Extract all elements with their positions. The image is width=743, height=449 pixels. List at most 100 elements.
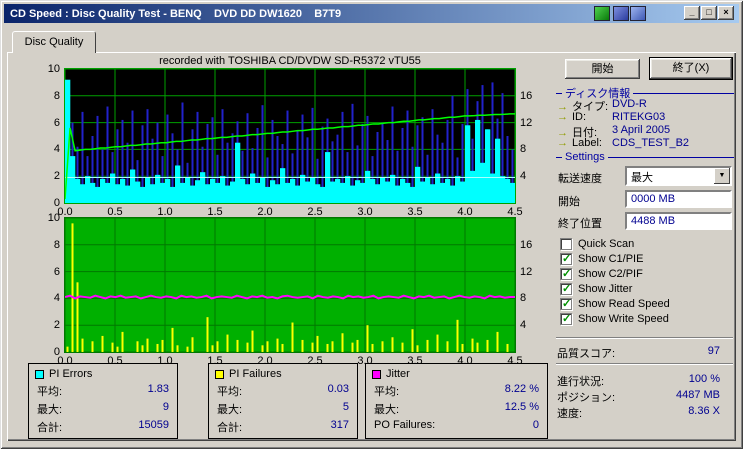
jitter-swatch [372, 369, 381, 379]
checkbox-label: Show Read Speed [578, 298, 670, 310]
exit-button[interactable]: 終了(X) [649, 57, 733, 80]
maximize-button[interactable]: □ [701, 6, 717, 20]
tick-label: 2 [53, 319, 60, 332]
recorded-with-note: recorded with TOSHIBA CD/DVDW SD-R5372 v… [159, 55, 421, 67]
legend-jitter: Jitter 平均: 8.22 % 最大: 12.5 % PO Failures: 0 [365, 363, 548, 439]
pif-chart-y-left: 10 8 6 4 2 0 [34, 212, 60, 358]
checkbox-show-read-speed[interactable]: Show Read Speed [560, 297, 734, 312]
speed-select[interactable]: 最大 ▼ [625, 166, 732, 186]
checkbox-box[interactable] [560, 282, 572, 295]
checkbox-box[interactable] [560, 267, 572, 280]
legend-label: 平均: [217, 386, 243, 398]
disc-mini-icon-2[interactable] [630, 6, 646, 21]
quality-score-label: 品質スコア: [557, 348, 616, 360]
legend-title: PI Errors [49, 368, 93, 380]
maximize-icon: □ [706, 7, 712, 17]
tick-label: 12 [520, 265, 533, 278]
speed-label: 転送速度 [558, 173, 602, 185]
checkbox-show-c2-pif[interactable]: Show C2/PIF [560, 267, 734, 282]
app-window: CD Speed : Disc Quality Test - BENQ DVD … [0, 0, 743, 449]
legend-label: 合計: [37, 422, 63, 434]
start-pos-label: 開始 [558, 196, 580, 208]
legend-value: 9 [162, 401, 169, 413]
tab-disc-quality[interactable]: Disc Quality [12, 31, 96, 53]
pie-chart [65, 69, 515, 203]
arrow-icon: → [557, 137, 568, 149]
end-pos-field[interactable]: 4488 MB [625, 212, 732, 230]
checkbox-quick-scan[interactable]: Quick Scan [560, 238, 734, 252]
chevron-down-icon[interactable]: ▼ [714, 168, 730, 184]
disc-label-row: → Label: CDS_TEST_B2 [557, 137, 734, 149]
chart-mini-icon[interactable] [594, 6, 610, 21]
position-value: 4487 MB [675, 389, 720, 401]
start-pos-field[interactable]: 0000 MB [625, 190, 732, 208]
checkbox-show-c1-pie[interactable]: Show C1/PIE [560, 252, 734, 267]
position-label: ポジション: [557, 392, 616, 404]
disc-id-row: → ID: RITEKG03 [557, 111, 734, 123]
checkbox-label: Show C2/PIF [578, 268, 643, 280]
legend-value: 15059 [138, 419, 169, 431]
legend-label: PO Failures: [374, 419, 436, 431]
legend-label: 最大: [37, 404, 63, 416]
legend-title: PI Failures [229, 368, 282, 380]
tick-label: 8 [520, 292, 527, 305]
tick-label: 4 [53, 143, 60, 156]
disc-id-value: RITEKG03 [612, 111, 666, 123]
checkbox-label: Show Write Speed [578, 313, 669, 325]
legend-value: 317 [330, 419, 349, 431]
checkbox-label: Show C1/PIE [578, 253, 644, 265]
speed-status-label: 速度: [557, 408, 583, 420]
legend-pi-errors: PI Errors 平均: 1.83 最大: 9 合計: 15059 [28, 363, 178, 439]
arrow-icon: → [557, 111, 568, 123]
disc-label-value: CDS_TEST_B2 [612, 137, 690, 149]
disc-date-value: 3 April 2005 [612, 124, 671, 136]
checkbox-box[interactable] [560, 252, 572, 265]
speed-select-value: 最大 [631, 172, 653, 184]
disc-id-label: ID: [572, 111, 587, 123]
start-button[interactable]: 開始 [565, 59, 640, 79]
pi-errors-swatch [35, 369, 44, 379]
disc-type-value: DVD-R [612, 98, 647, 110]
quality-score-value: 97 [707, 345, 720, 357]
disc-label-label: Label: [572, 137, 602, 149]
tick-label: 10 [47, 212, 60, 224]
progress-label: 進行状況: [557, 376, 605, 388]
legend-value: 1.83 [147, 383, 169, 395]
tick-label: 8 [53, 89, 60, 102]
legend-label: 平均: [37, 386, 63, 398]
pif-chart [65, 218, 515, 352]
checkbox-label: Show Jitter [578, 283, 633, 295]
pi-failures-swatch [215, 369, 224, 379]
separator [556, 363, 733, 365]
pie-chart-y-left: 10 8 6 4 2 0 [34, 63, 60, 209]
end-pos-label: 終了位置 [558, 218, 602, 230]
tick-label: 4 [53, 292, 60, 305]
legend-label: 最大: [217, 404, 243, 416]
legend-value: 5 [342, 401, 349, 413]
checkbox-show-write-speed[interactable]: Show Write Speed [560, 312, 734, 327]
close-button[interactable]: × [718, 6, 734, 20]
pie-chart-plot [64, 68, 516, 204]
tick-label: 12 [520, 116, 533, 129]
tick-label: 4 [520, 170, 527, 183]
speed-status-value: 8.36 X [688, 405, 720, 417]
checkbox-box[interactable] [560, 312, 572, 325]
legend-label: 合計: [217, 422, 243, 434]
settings-header: Settings [556, 151, 734, 163]
tick-label: 2 [53, 170, 60, 183]
minimize-button[interactable]: _ [684, 6, 700, 20]
window-title: CD Speed : Disc Quality Test - BENQ DVD … [10, 7, 342, 20]
disc-mini-icon-1[interactable] [613, 6, 629, 21]
checkbox-show-jitter[interactable]: Show Jitter [560, 282, 734, 297]
tick-label: 8 [53, 238, 60, 251]
tick-label: 16 [520, 89, 533, 102]
legend-title: Jitter [386, 368, 410, 380]
tick-label: 6 [53, 265, 60, 278]
checkbox-box[interactable] [560, 297, 572, 310]
close-icon: × [723, 7, 729, 17]
checkbox-box[interactable] [560, 238, 572, 250]
legend-label: 平均: [374, 386, 400, 398]
legend-value: 0 [532, 419, 539, 431]
legend-label: 最大: [374, 404, 400, 416]
legend-value: 8.22 % [504, 383, 539, 395]
